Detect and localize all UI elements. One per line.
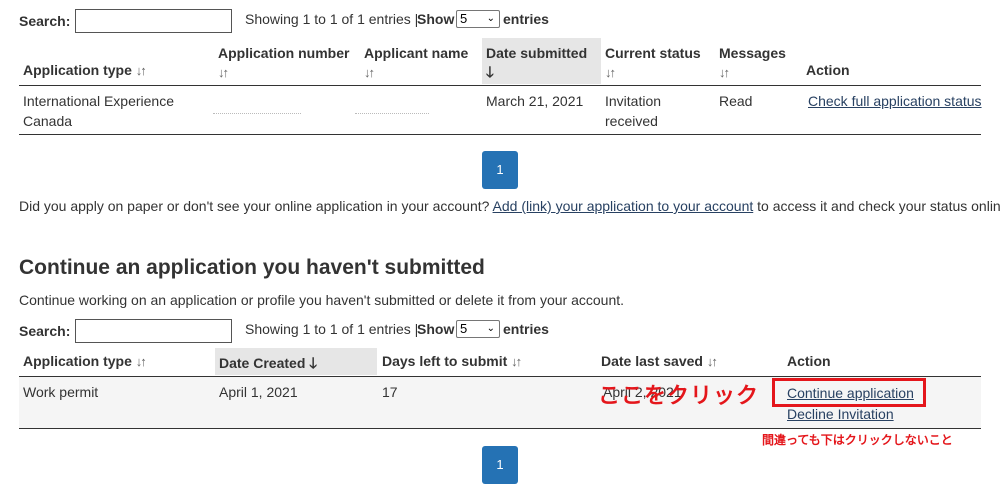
add-application-link[interactable]: Add (link) your application to your acco…	[493, 198, 754, 214]
header-application-type-unsubmitted[interactable]: Application type ↓↑	[23, 353, 147, 369]
page-length-select-unsubmitted[interactable]: 5 ⌄	[456, 320, 500, 338]
chevron-down-icon: ⌄	[486, 13, 495, 24]
show-label: Show	[417, 11, 455, 27]
page-length-value: 5	[460, 11, 468, 26]
redacted-application-number	[213, 92, 301, 114]
header-current-status[interactable]: Current status ↓↑	[605, 43, 701, 83]
cell-date-created: April 1, 2021	[219, 384, 298, 400]
page-length-value: 5	[460, 321, 468, 336]
header-date-submitted[interactable]: Date submitted 🡓	[486, 43, 587, 83]
cell-application-type: International Experience Canada	[23, 93, 174, 129]
header-date-created[interactable]: Date Created 🡓	[219, 353, 317, 378]
entries-info: Showing 1 to 1 of 1 entries |	[245, 321, 419, 337]
cell-days-left: 17	[382, 384, 398, 400]
sort-icon: ↓↑	[135, 63, 147, 78]
cell-application-type: Work permit	[23, 384, 99, 400]
header-applicant-name[interactable]: Applicant name ↓↑	[364, 43, 468, 83]
entries-info: Showing 1 to 1 of 1 entries |	[245, 11, 419, 27]
header-application-type[interactable]: Application type ↓↑	[23, 62, 147, 78]
cell-date-submitted: March 21, 2021	[486, 93, 584, 109]
entries-label: entries	[503, 321, 549, 337]
search-label: Search:	[19, 323, 71, 339]
pagination-page-button[interactable]: 1	[482, 151, 518, 189]
table-header-divider	[19, 85, 981, 86]
table-bottom-divider	[19, 428, 981, 429]
sort-icon: ↓↑	[706, 354, 718, 369]
entries-label: entries	[503, 11, 549, 27]
header-date-last-saved[interactable]: Date last saved ↓↑	[601, 353, 718, 369]
header-messages[interactable]: Messages ↓↑	[719, 43, 786, 83]
sort-icon: ↓↑	[218, 65, 229, 80]
sort-desc-icon: 🡓	[309, 355, 318, 372]
cell-messages: Read	[719, 93, 753, 109]
pagination-page-button[interactable]: 1	[482, 446, 518, 484]
section-heading: Continue an application you haven't subm…	[19, 256, 485, 279]
table-bottom-divider	[19, 134, 981, 135]
chevron-down-icon: ⌄	[486, 323, 495, 334]
decline-invitation-link[interactable]: Decline Invitation	[787, 406, 894, 422]
search-label: Search:	[19, 13, 71, 29]
link-application-note: Did you apply on paper or don't see your…	[19, 198, 1000, 214]
highlight-box	[772, 378, 926, 407]
header-action-unsubmitted: Action	[787, 353, 831, 369]
page-length-select[interactable]: 5 ⌄	[456, 10, 500, 28]
warning-annotation: 間違っても下はクリックしないこと	[762, 433, 953, 447]
header-action: Action	[806, 62, 850, 78]
header-application-number[interactable]: Application number ↓↑	[218, 43, 349, 83]
search-input[interactable]	[75, 9, 232, 33]
click-here-annotation: ここをクリック	[598, 384, 760, 409]
sort-icon: ↓↑	[605, 65, 616, 80]
section-description: Continue working on an application or pr…	[19, 292, 625, 308]
sort-icon: ↓↑	[135, 354, 147, 369]
check-status-link[interactable]: Check full application status	[808, 93, 982, 109]
show-label: Show	[417, 321, 455, 337]
sort-icon: ↓↑	[719, 65, 730, 80]
redacted-applicant-name	[355, 92, 429, 114]
sort-icon: ↓↑	[364, 65, 375, 80]
search-input-unsubmitted[interactable]	[75, 319, 232, 343]
cell-current-status: Invitation received	[605, 93, 662, 129]
sort-icon: ↓↑	[511, 354, 522, 369]
header-days-left[interactable]: Days left to submit ↓↑	[382, 353, 522, 369]
sort-desc-icon: 🡓	[486, 64, 494, 81]
